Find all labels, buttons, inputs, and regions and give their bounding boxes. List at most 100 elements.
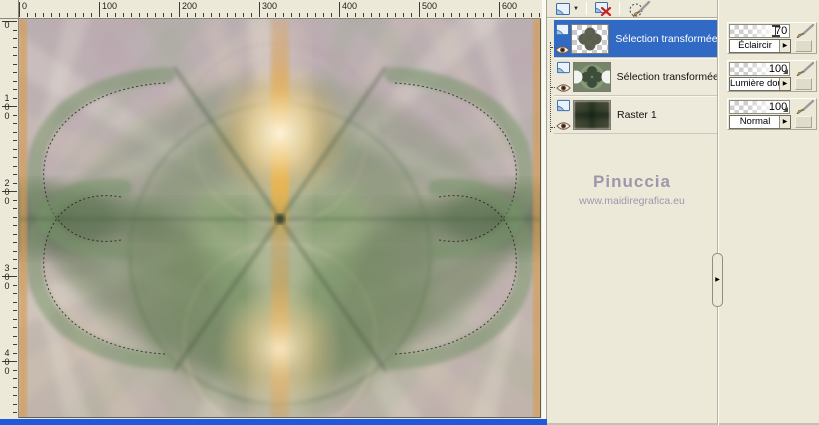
combo-arrow-icon[interactable]: ▶ xyxy=(779,78,790,90)
toolbar-groove xyxy=(547,17,717,19)
ruler-tick xyxy=(491,13,492,17)
opacity-slider[interactable]: 70 xyxy=(729,24,791,38)
watermark: Pinuccia www.maidiregrafica.eu xyxy=(547,172,717,207)
layer-thumbnail[interactable] xyxy=(573,99,611,130)
ruler-tick xyxy=(59,13,60,17)
ruler-tick xyxy=(13,157,17,158)
blend-mode-value: Normal xyxy=(739,116,771,127)
layer-thumbnail[interactable] xyxy=(572,61,611,92)
ruler-tick xyxy=(531,13,532,17)
ruler-tick xyxy=(13,378,17,379)
ruler-tick xyxy=(475,13,476,17)
ruler-tick xyxy=(13,63,17,65)
ruler-tick xyxy=(379,13,380,17)
brush-icon xyxy=(796,24,815,38)
layers-list: Sélection transformée 1 Sélection transf… xyxy=(547,20,717,134)
new-layer-menu-arrow-icon[interactable]: ▼ xyxy=(573,6,579,12)
ruler-tick xyxy=(13,140,17,141)
ruler-tick xyxy=(179,2,180,17)
link-toggle-button[interactable] xyxy=(795,40,812,52)
ruler-tick xyxy=(515,13,516,17)
blend-mode-value: Éclaircir xyxy=(738,40,772,51)
blend-mode-select[interactable]: Éclaircir ▶ xyxy=(729,39,791,53)
visibility-eye-icon[interactable] xyxy=(556,83,571,93)
properties-group-3: 100 Normal ▶ xyxy=(727,98,817,130)
palette-splitter[interactable] xyxy=(717,0,719,425)
window-border-bottom xyxy=(0,419,547,425)
ruler-label: 0 xyxy=(22,1,28,11)
ruler-tick xyxy=(323,13,324,17)
ruler-tick xyxy=(13,310,17,311)
blend-mode-select[interactable]: Normal ▶ xyxy=(729,115,791,129)
brush-link-button[interactable] xyxy=(793,100,815,114)
ruler-tick xyxy=(13,55,17,56)
ruler-label: 4 0 0 xyxy=(4,348,10,376)
layers-toolbar: ▼ xyxy=(547,0,717,17)
layer-thumbnail[interactable] xyxy=(571,23,610,54)
blend-mode-select[interactable]: Lumière douce ▶ xyxy=(729,77,791,91)
ruler-tick xyxy=(387,13,388,17)
visibility-eye-icon[interactable] xyxy=(556,121,571,131)
opacity-slider-thumb[interactable] xyxy=(783,69,789,74)
ruler-tick xyxy=(171,13,172,17)
ruler-tick xyxy=(355,13,356,17)
visibility-eye-icon[interactable] xyxy=(555,45,570,55)
ruler-tick xyxy=(331,13,332,17)
ruler-tick xyxy=(13,335,17,337)
ruler-tick xyxy=(13,395,17,396)
ruler-tick xyxy=(499,2,500,17)
ruler-tick xyxy=(43,13,44,17)
ruler-tick xyxy=(13,148,17,150)
ruler-tick xyxy=(275,13,276,17)
opacity-slider[interactable]: 100 xyxy=(729,100,791,114)
ruler-tick xyxy=(251,13,252,17)
ruler-tick xyxy=(187,13,188,17)
layer-type-icon xyxy=(557,99,570,111)
ruler-label: 0 xyxy=(4,20,10,30)
ruler-tick xyxy=(13,29,17,31)
ruler-tick xyxy=(203,13,204,17)
ruler-tick xyxy=(51,13,52,17)
combo-arrow-icon[interactable]: ▶ xyxy=(779,116,790,128)
ruler-tick xyxy=(13,46,17,48)
splitter-arrow-icon: ▶ xyxy=(715,277,720,283)
ruler-tick xyxy=(83,13,84,17)
opacity-slider[interactable]: 100 xyxy=(729,62,791,76)
ruler-tick xyxy=(155,13,156,17)
brush-icon xyxy=(796,100,815,114)
delete-layer-button[interactable] xyxy=(590,1,616,17)
brush-link-button[interactable] xyxy=(793,24,815,38)
new-layer-button[interactable]: ▼ xyxy=(551,1,583,17)
ruler-tick xyxy=(99,2,100,17)
ruler-tick xyxy=(13,123,17,124)
splitter-handle[interactable]: ▶ xyxy=(712,253,723,307)
ruler-tick xyxy=(243,13,244,17)
ruler-tick xyxy=(13,174,17,175)
opacity-slider-thumb[interactable] xyxy=(783,107,789,112)
ruler-tick xyxy=(195,13,196,17)
layer-row-raster-1[interactable]: Raster 1 xyxy=(554,96,717,134)
ruler-tick xyxy=(91,13,92,17)
ruler-tick xyxy=(75,13,76,17)
ruler-tick xyxy=(211,13,212,17)
delete-layer-icon xyxy=(594,2,612,16)
ruler-tick xyxy=(13,182,17,184)
link-toggle-button[interactable] xyxy=(795,78,812,90)
toolbar-separator xyxy=(618,2,620,15)
combo-arrow-icon[interactable]: ▶ xyxy=(779,40,790,52)
ruler-tick xyxy=(107,13,108,17)
link-toggle-button[interactable] xyxy=(795,116,812,128)
properties-group-1: 70 Éclaircir ▶ xyxy=(727,22,817,54)
ruler-tick xyxy=(483,13,484,17)
layer-row-selection-transformee-1[interactable]: Sélection transformée 1 xyxy=(554,20,717,58)
layer-type-icon xyxy=(556,61,570,73)
watermark-name: Pinuccia xyxy=(593,172,671,191)
ruler-tick xyxy=(299,13,300,17)
blend-mode-value: Lumière douce xyxy=(730,78,780,89)
layer-row-selection-transformee[interactable]: Sélection transformée xyxy=(554,58,717,96)
brush-link-button[interactable] xyxy=(793,62,815,76)
layer-name: Sélection transformée xyxy=(616,70,717,83)
edit-selection-button[interactable] xyxy=(623,0,655,17)
ruler-tick xyxy=(259,2,260,17)
image-canvas[interactable] xyxy=(19,19,541,418)
